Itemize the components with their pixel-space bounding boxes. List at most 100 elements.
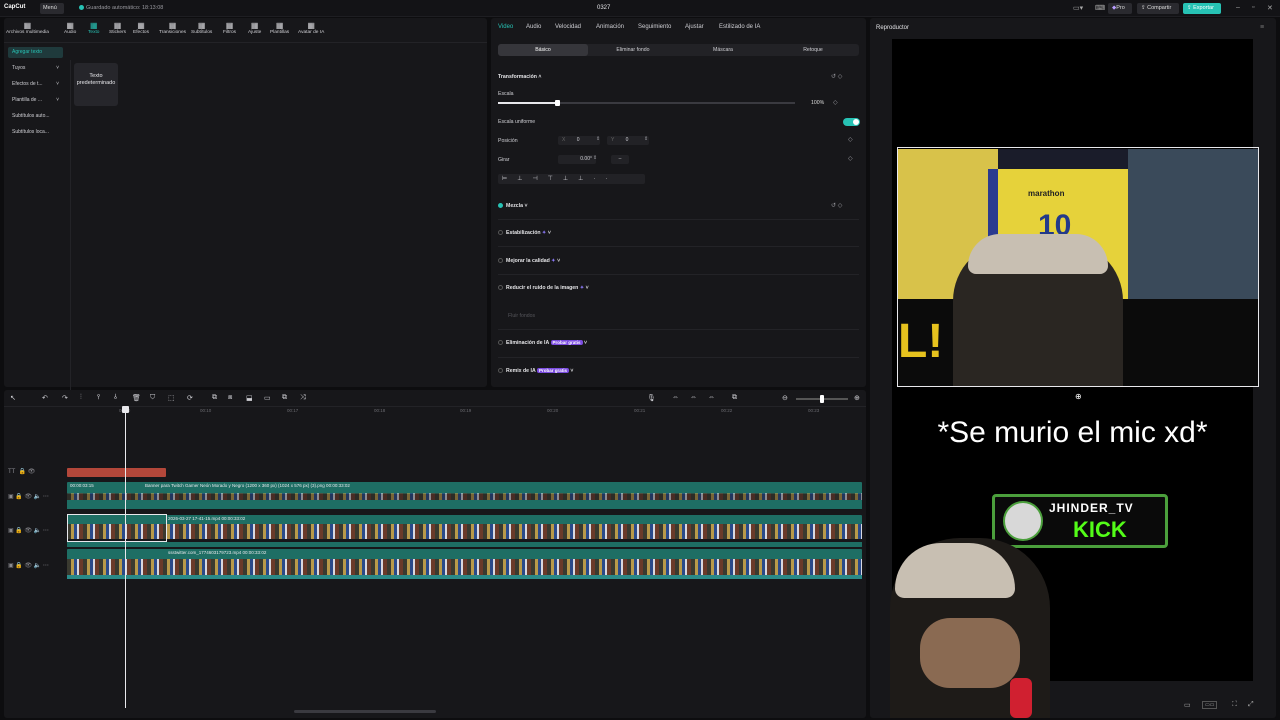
uniform-scale-toggle[interactable] xyxy=(843,118,860,126)
props-tab-5[interactable]: Ajustar xyxy=(685,24,704,30)
selected-segment[interactable] xyxy=(67,514,167,542)
tool-8[interactable]: ▦ Ajuste xyxy=(248,21,261,35)
horizontal-scrollbar[interactable] xyxy=(294,710,436,713)
tool-2[interactable]: ▦ Texto xyxy=(88,21,99,35)
tool-10[interactable]: ▦ Avatar de IA xyxy=(298,21,324,35)
video-track-head[interactable]: ▣ 🔒 👁 🔈 ⋯ xyxy=(8,527,49,534)
zoom-in-icon[interactable]: ⊕ xyxy=(854,394,860,402)
mic-icon[interactable]: 🎙 xyxy=(647,394,656,402)
text-default-card[interactable]: Texto predeterminado xyxy=(74,63,118,106)
sub-tab-3[interactable]: Retoque xyxy=(768,44,858,56)
zoom-out-icon[interactable]: ⊖ xyxy=(782,394,788,402)
expand-icon[interactable]: ⤢ xyxy=(1248,701,1254,709)
side-item-5[interactable]: Subtítulos loca... xyxy=(8,127,63,138)
selection-box[interactable] xyxy=(897,147,1259,387)
zoom-slider-handle[interactable] xyxy=(820,395,824,403)
position-y-input[interactable]: Y 0 xyxy=(607,136,649,145)
tool-7[interactable]: ▦ Filtros xyxy=(223,21,236,35)
undo-icon[interactable]: ↶ xyxy=(42,394,48,402)
enhance-checkbox[interactable] xyxy=(498,258,503,263)
side-item-4[interactable]: Subtítulos auto... xyxy=(8,111,63,122)
blend-checkbox[interactable] xyxy=(498,203,503,208)
pro-button[interactable]: ◆Pro xyxy=(1108,3,1132,14)
stabilize-checkbox[interactable] xyxy=(498,230,503,235)
zoom-slider[interactable] xyxy=(796,395,848,403)
side-item-1[interactable]: Tuyos ˅ xyxy=(8,63,63,74)
ratio-button[interactable]: ▭▭ xyxy=(1202,701,1218,709)
props-tab-6[interactable]: Estilizado de IA xyxy=(719,24,760,30)
side-item-3[interactable]: Plantilla de ... ˅ xyxy=(8,95,63,106)
rotate-handle-icon[interactable]: ⊕ xyxy=(1075,392,1082,401)
sub-tab-2[interactable]: Máscara xyxy=(678,44,768,56)
ai-remix-section[interactable]: Remix de IA Probar gratis ˅ xyxy=(498,368,573,374)
twitter-track-head[interactable]: ▣ 🔒 👁 🔈 ⋯ xyxy=(8,562,49,569)
position-keyframe-icon[interactable]: ◇ xyxy=(848,136,853,143)
speed-icon[interactable]: ⬓ xyxy=(246,394,253,402)
preview-icon[interactable]: ⧉ xyxy=(732,394,737,402)
tool-1[interactable]: ▦ Audio xyxy=(64,21,76,35)
scale-value[interactable]: 100% xyxy=(811,100,824,106)
denoise-section[interactable]: Reducir el ruido de la imagen ✦ ˅ xyxy=(498,285,589,291)
position-y-stepper-icon[interactable]: ⇕ xyxy=(644,136,648,142)
side-item-2[interactable]: Efectos de t... ˅ xyxy=(8,79,63,90)
tool-0[interactable]: ▦ Archivos multimedia xyxy=(6,21,49,35)
sub-tab-0[interactable]: Básico xyxy=(498,44,588,56)
scale-slider-handle[interactable] xyxy=(555,100,560,106)
kick-banner[interactable]: JHINDER_TV KICK xyxy=(992,494,1168,548)
share-button[interactable]: ⇪ Compartir xyxy=(1137,3,1179,14)
rotate-keyframe-icon[interactable]: ◇ xyxy=(848,155,853,162)
box-icon[interactable]: ▭ xyxy=(264,394,271,402)
props-tab-1[interactable]: Audio xyxy=(526,24,541,30)
ai-remove-checkbox[interactable] xyxy=(498,340,503,345)
export-button[interactable]: ⇪ Exportar xyxy=(1183,3,1221,14)
magnet-icon[interactable]: ⇔ xyxy=(690,394,697,401)
overlay-caption[interactable]: *Se murio el mic xd* xyxy=(892,416,1253,450)
player-menu-icon[interactable]: ≡ xyxy=(1260,24,1264,31)
props-tab-0[interactable]: Video xyxy=(498,24,513,30)
tool-9[interactable]: ▦ Plantillas xyxy=(270,21,289,35)
text-track-head[interactable]: TT 🔒 👁 xyxy=(8,468,35,475)
position-x-stepper-icon[interactable]: ⇕ xyxy=(596,136,600,142)
delete-icon[interactable]: 🗑 xyxy=(132,394,141,402)
props-tab-2[interactable]: Velocidad xyxy=(555,24,581,30)
rotate-input[interactable]: 0.00° xyxy=(558,155,596,164)
minimize-icon[interactable]: – xyxy=(1236,4,1240,11)
tool-5[interactable]: ▦ Transiciones xyxy=(159,21,186,35)
crop-icon[interactable]: ⬚ xyxy=(168,394,175,402)
freeze-icon[interactable]: ⧈ xyxy=(228,394,232,402)
enhance-section[interactable]: Mejorar la calidad ✦ ˅ xyxy=(498,258,560,264)
side-item-0[interactable]: Agregar texto xyxy=(8,47,63,58)
snap-icon[interactable]: ⇔ xyxy=(708,394,715,401)
flip-button[interactable]: – xyxy=(611,155,629,164)
fullscreen-icon[interactable]: ⛶ xyxy=(1232,701,1237,709)
maximize-icon[interactable]: ▫ xyxy=(1252,4,1254,11)
redo-icon[interactable]: ↷ xyxy=(62,394,68,402)
scale-slider[interactable] xyxy=(498,100,795,106)
copy-icon[interactable]: ⧉ xyxy=(282,394,287,402)
transform-header[interactable]: Transformación ˄ xyxy=(498,74,541,80)
props-tab-4[interactable]: Seguimiento xyxy=(638,24,671,30)
reset-icon[interactable]: ↺ ◇ xyxy=(831,73,842,80)
blend-section[interactable]: Mezcla ˅ xyxy=(498,203,528,209)
rotate-icon[interactable]: ⟳ xyxy=(187,394,193,402)
playhead[interactable] xyxy=(122,406,129,708)
player-controls-icon[interactable]: ▭ xyxy=(1184,701,1191,709)
sub-tab-1[interactable]: Eliminar fondo xyxy=(588,44,678,56)
align-toolbar[interactable]: ⊨⊥⊣⊤⊥⊥·· xyxy=(498,174,645,184)
ai-remove-section[interactable]: Eliminación de IA Probar gratis ˅ xyxy=(498,340,587,346)
transform-icon[interactable]: ⤨ xyxy=(300,394,306,402)
banner-track-head[interactable]: ▣ 🔒 👁 🔈 ⋯ xyxy=(8,493,49,500)
menu-button[interactable]: Menú xyxy=(40,3,64,14)
shortcut-icon[interactable]: ⌨ xyxy=(1095,4,1105,12)
text-clip[interactable] xyxy=(67,468,166,477)
blend-reset-icon[interactable]: ↺ ◇ xyxy=(831,202,842,209)
tool-3[interactable]: ▦ Stickers xyxy=(109,21,126,35)
props-tab-3[interactable]: Animación xyxy=(596,24,624,30)
position-x-input[interactable]: X 0 xyxy=(558,136,600,145)
split-left-icon[interactable]: ⫯ xyxy=(97,394,100,402)
denoise-checkbox[interactable] xyxy=(498,285,503,290)
tool-4[interactable]: ▦ Efectos xyxy=(133,21,149,35)
layout-icon[interactable]: ▭▾ xyxy=(1073,4,1083,12)
tool-6[interactable]: ▦ Subtítulos xyxy=(191,21,212,35)
rotate-stepper-icon[interactable]: ⇕ xyxy=(593,155,597,161)
